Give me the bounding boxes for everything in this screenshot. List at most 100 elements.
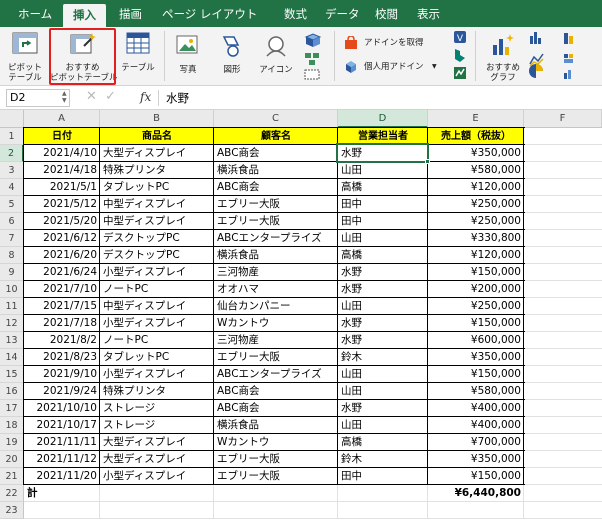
tab-page-layout[interactable]: ページ レイアウト [162,0,257,27]
table-cell[interactable]: 高橋 [338,247,428,264]
table-cell[interactable]: 小型ディスプレイ [100,366,214,383]
table-cell[interactable]: 2021/11/20 [24,468,100,485]
table-cell[interactable]: 水野 [338,315,428,332]
table-cell[interactable]: 特殊プリンタ [100,162,214,179]
table-cell[interactable]: ABC商会 [214,383,338,400]
tab-home[interactable]: ホーム [18,0,52,27]
table-cell[interactable]: Wカントウ [214,315,338,332]
table-cell[interactable]: オオハマ [214,281,338,298]
table-cell[interactable]: ¥700,000 [428,434,524,451]
column-header-f[interactable]: F [524,110,602,128]
table-cell[interactable]: 田中 [338,196,428,213]
table-cell[interactable]: ABC商会 [214,400,338,417]
select-all-button[interactable] [0,110,24,128]
table-cell[interactable]: ¥120,000 [428,179,524,196]
table-cell[interactable]: ¥250,000 [428,298,524,315]
row-header-15[interactable]: 15 [0,366,24,383]
table-cell[interactable]: タブレットPC [100,179,214,196]
table-cell[interactable]: 中型ディスプレイ [100,196,214,213]
table-cell[interactable]: 中型ディスプレイ [100,298,214,315]
table-cell[interactable]: 横浜食品 [214,162,338,179]
total-label-cell[interactable]: 計 [24,485,100,502]
table-header-cell[interactable]: 営業担当者 [338,128,428,145]
table-cell[interactable]: 三河物産 [214,332,338,349]
table-cell[interactable]: 山田 [338,230,428,247]
row-header-6[interactable]: 6 [0,213,24,230]
table-cell[interactable]: エブリー大阪 [214,451,338,468]
row-header-12[interactable]: 12 [0,315,24,332]
table-header-cell[interactable]: 顧客名 [214,128,338,145]
table-cell[interactable]: 鈴木 [338,349,428,366]
table-cell[interactable]: Wカントウ [214,434,338,451]
table-cell[interactable]: 田中 [338,468,428,485]
table-cell[interactable]: ¥330,800 [428,230,524,247]
table-button[interactable]: テーブル [118,29,158,84]
column-header-d[interactable]: D [338,110,428,128]
table-cell[interactable]: ストレージ [100,417,214,434]
row-header-22[interactable]: 22 [0,485,24,502]
table-cell[interactable]: ¥150,000 [428,468,524,485]
table-cell[interactable]: 2021/9/24 [24,383,100,400]
table-cell[interactable]: エブリー大阪 [214,349,338,366]
table-cell[interactable]: 大型ディスプレイ [100,145,214,162]
tab-data[interactable]: データ [325,0,360,27]
table-cell[interactable]: ¥400,000 [428,417,524,434]
row-header-1[interactable]: 1 [0,128,24,145]
table-cell[interactable]: 2021/8/23 [24,349,100,366]
table-cell[interactable]: ノートPC [100,281,214,298]
table-cell[interactable]: ¥350,000 [428,145,524,162]
table-cell[interactable]: 2021/7/18 [24,315,100,332]
row-header-3[interactable]: 3 [0,162,24,179]
table-cell[interactable]: ABCエンタープライズ [214,366,338,383]
table-cell[interactable]: 2021/9/10 [24,366,100,383]
table-cell[interactable]: 鈴木 [338,451,428,468]
table-header-cell[interactable]: 売上額（税抜） [428,128,524,145]
row-header-9[interactable]: 9 [0,264,24,281]
table-cell[interactable]: ¥600,000 [428,332,524,349]
table-cell[interactable]: 2021/7/15 [24,298,100,315]
table-cell[interactable]: 山田 [338,162,428,179]
table-cell[interactable]: 高橋 [338,434,428,451]
table-cell[interactable]: 2021/6/24 [24,264,100,281]
column-header-c[interactable]: C [214,110,338,128]
table-cell[interactable]: ¥120,000 [428,247,524,264]
formula-input[interactable]: 水野 [166,90,189,106]
row-header-5[interactable]: 5 [0,196,24,213]
table-cell[interactable]: 大型ディスプレイ [100,434,214,451]
tab-review[interactable]: 校閲 [375,0,398,27]
my-addins-button[interactable]: 個人用アドイン ▼ [344,59,444,75]
get-addins-button[interactable]: アドインを取得 [344,35,444,51]
insert-function-icon[interactable]: fx [140,90,151,104]
table-cell[interactable]: 横浜食品 [214,417,338,434]
name-box[interactable]: D2 [6,89,70,107]
table-cell[interactable]: 中型ディスプレイ [100,213,214,230]
table-cell[interactable]: 三河物産 [214,264,338,281]
table-cell[interactable]: エブリー大阪 [214,213,338,230]
table-cell[interactable]: 仙台カンパニー [214,298,338,315]
table-cell[interactable]: 2021/5/1 [24,179,100,196]
table-cell[interactable]: 山田 [338,366,428,383]
table-cell[interactable]: ABC商会 [214,179,338,196]
table-cell[interactable]: 横浜食品 [214,247,338,264]
table-cell[interactable]: 大型ディスプレイ [100,451,214,468]
table-cell[interactable]: 2021/6/12 [24,230,100,247]
tab-insert[interactable]: 挿入 [63,4,106,27]
shapes-button[interactable]: 図形 [212,29,252,84]
table-cell[interactable]: ABCエンタープライズ [214,230,338,247]
table-cell[interactable]: ¥580,000 [428,383,524,400]
table-cell[interactable]: 山田 [338,298,428,315]
worksheet-grid[interactable]: A B C D E F 1 2 3 4 5 6 7 8 9 10 11 12 13 14 15 16 17 18 19 20 21 2… [0,110,602,531]
tab-view[interactable]: 表示 [417,0,440,27]
table-cell[interactable]: ¥150,000 [428,315,524,332]
table-cell[interactable]: 2021/5/12 [24,196,100,213]
table-header-cell[interactable]: 商品名 [100,128,214,145]
column-header-a[interactable]: A [24,110,100,128]
table-cell[interactable]: 水野 [338,281,428,298]
row-header-14[interactable]: 14 [0,349,24,366]
table-cell[interactable]: 高橋 [338,179,428,196]
table-cell[interactable]: デスクトップPC [100,247,214,264]
table-cell[interactable]: 2021/6/20 [24,247,100,264]
table-cell[interactable]: 小型ディスプレイ [100,468,214,485]
table-cell[interactable]: 2021/5/20 [24,213,100,230]
table-cell[interactable]: 水野 [338,400,428,417]
